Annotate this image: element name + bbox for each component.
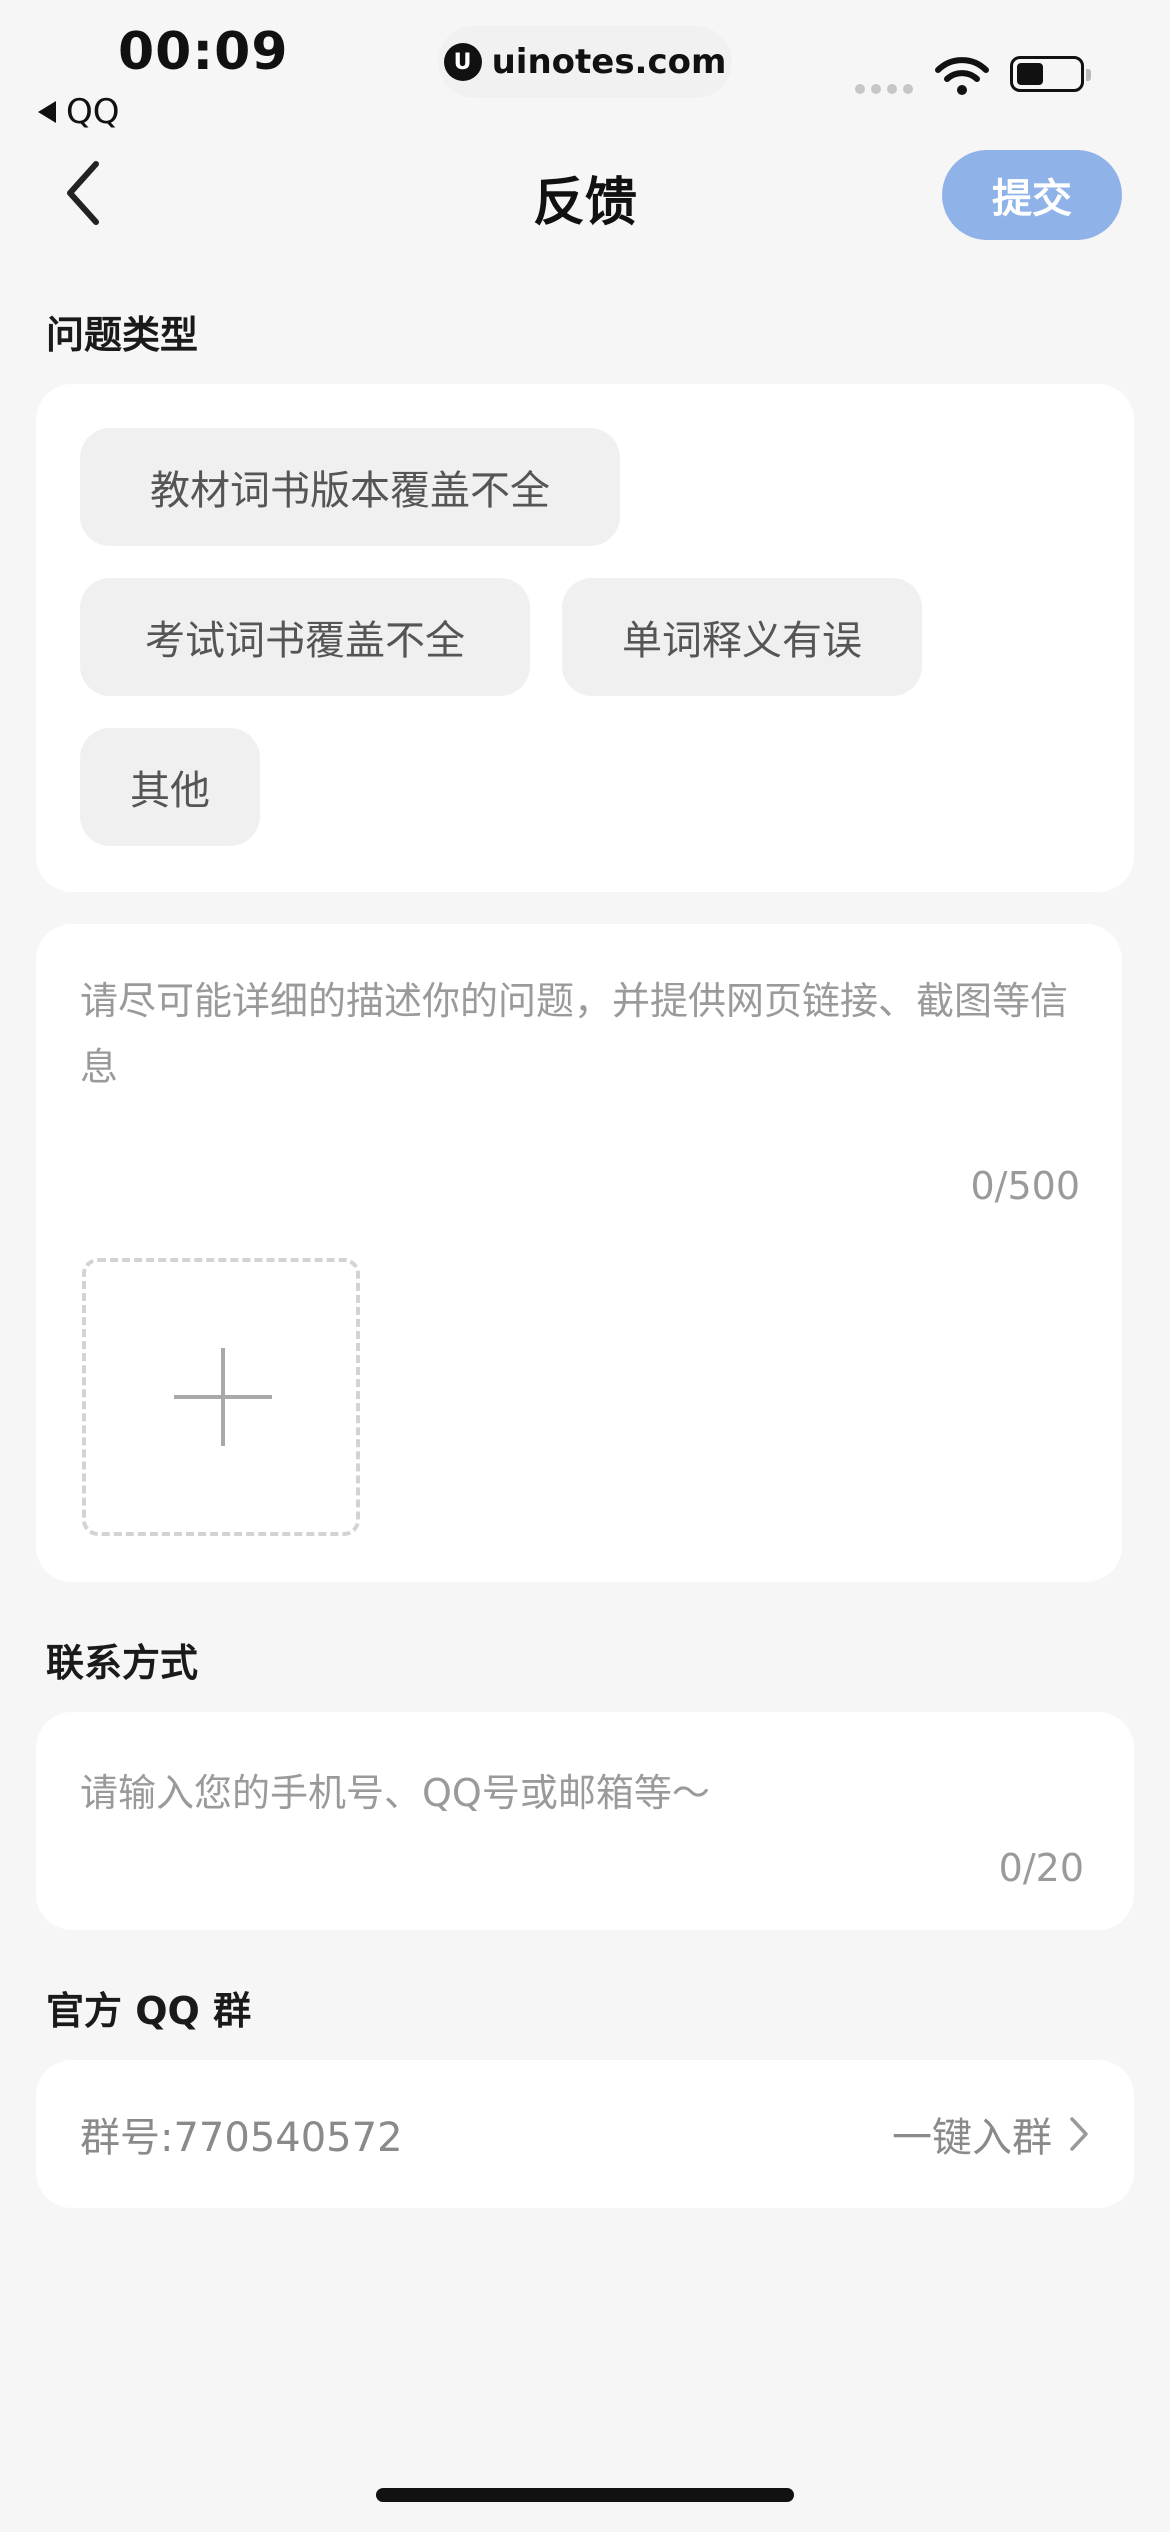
join-group-label: 一键入群 [892, 2115, 1052, 2161]
contact-char-count: 0/20 [998, 1846, 1084, 1890]
problem-type-card: 教材词书版本覆盖不全 考试词书覆盖不全 单词释义有误 其他 [36, 384, 1134, 892]
type-option-other[interactable]: 其他 [80, 728, 260, 846]
contact-input[interactable]: 请输入您的手机号、QQ号或邮箱等～ [80, 1762, 710, 1817]
chevron-left-icon[interactable] [60, 158, 110, 228]
wifi-icon [935, 57, 989, 95]
back-to-app-link[interactable]: QQ [38, 92, 120, 132]
description-input[interactable]: 请尽可能详细的描述你的问题，并提供网页链接、截图等信息 [80, 968, 1080, 1100]
url-text: uinotes.com [491, 42, 727, 82]
submit-button[interactable]: 提交 [942, 150, 1122, 240]
back-triangle-icon [38, 101, 56, 123]
type-option-definition[interactable]: 单词释义有误 [562, 578, 922, 696]
chevron-right-icon [1070, 2117, 1088, 2151]
qq-group-card: 群号:770540572 一键入群 [36, 2060, 1134, 2208]
type-option-textbook[interactable]: 教材词书版本覆盖不全 [80, 428, 620, 546]
problem-type-label: 问题类型 [46, 313, 199, 357]
qq-group-number: 群号:770540572 [80, 2115, 403, 2161]
signal-dots-icon [855, 84, 913, 94]
description-char-count: 0/500 [970, 1164, 1080, 1208]
battery-icon [1010, 56, 1091, 92]
site-logo-icon: U [443, 43, 482, 81]
qq-group-label: 官方 QQ 群 [46, 1989, 252, 2033]
contact-card: 请输入您的手机号、QQ号或邮箱等～ 0/20 [36, 1712, 1134, 1930]
status-time: 00:09 [118, 22, 289, 82]
type-option-exam[interactable]: 考试词书覆盖不全 [80, 578, 530, 696]
join-group-link[interactable]: 一键入群 [892, 2105, 1090, 2163]
contact-label: 联系方式 [46, 1641, 199, 1685]
description-card: 请尽可能详细的描述你的问题，并提供网页链接、截图等信息 0/500 [36, 924, 1122, 1582]
url-pill[interactable]: U uinotes.com [438, 26, 732, 98]
back-app-label: QQ [66, 92, 120, 132]
add-image-button[interactable] [82, 1258, 360, 1536]
home-indicator [376, 2488, 794, 2502]
